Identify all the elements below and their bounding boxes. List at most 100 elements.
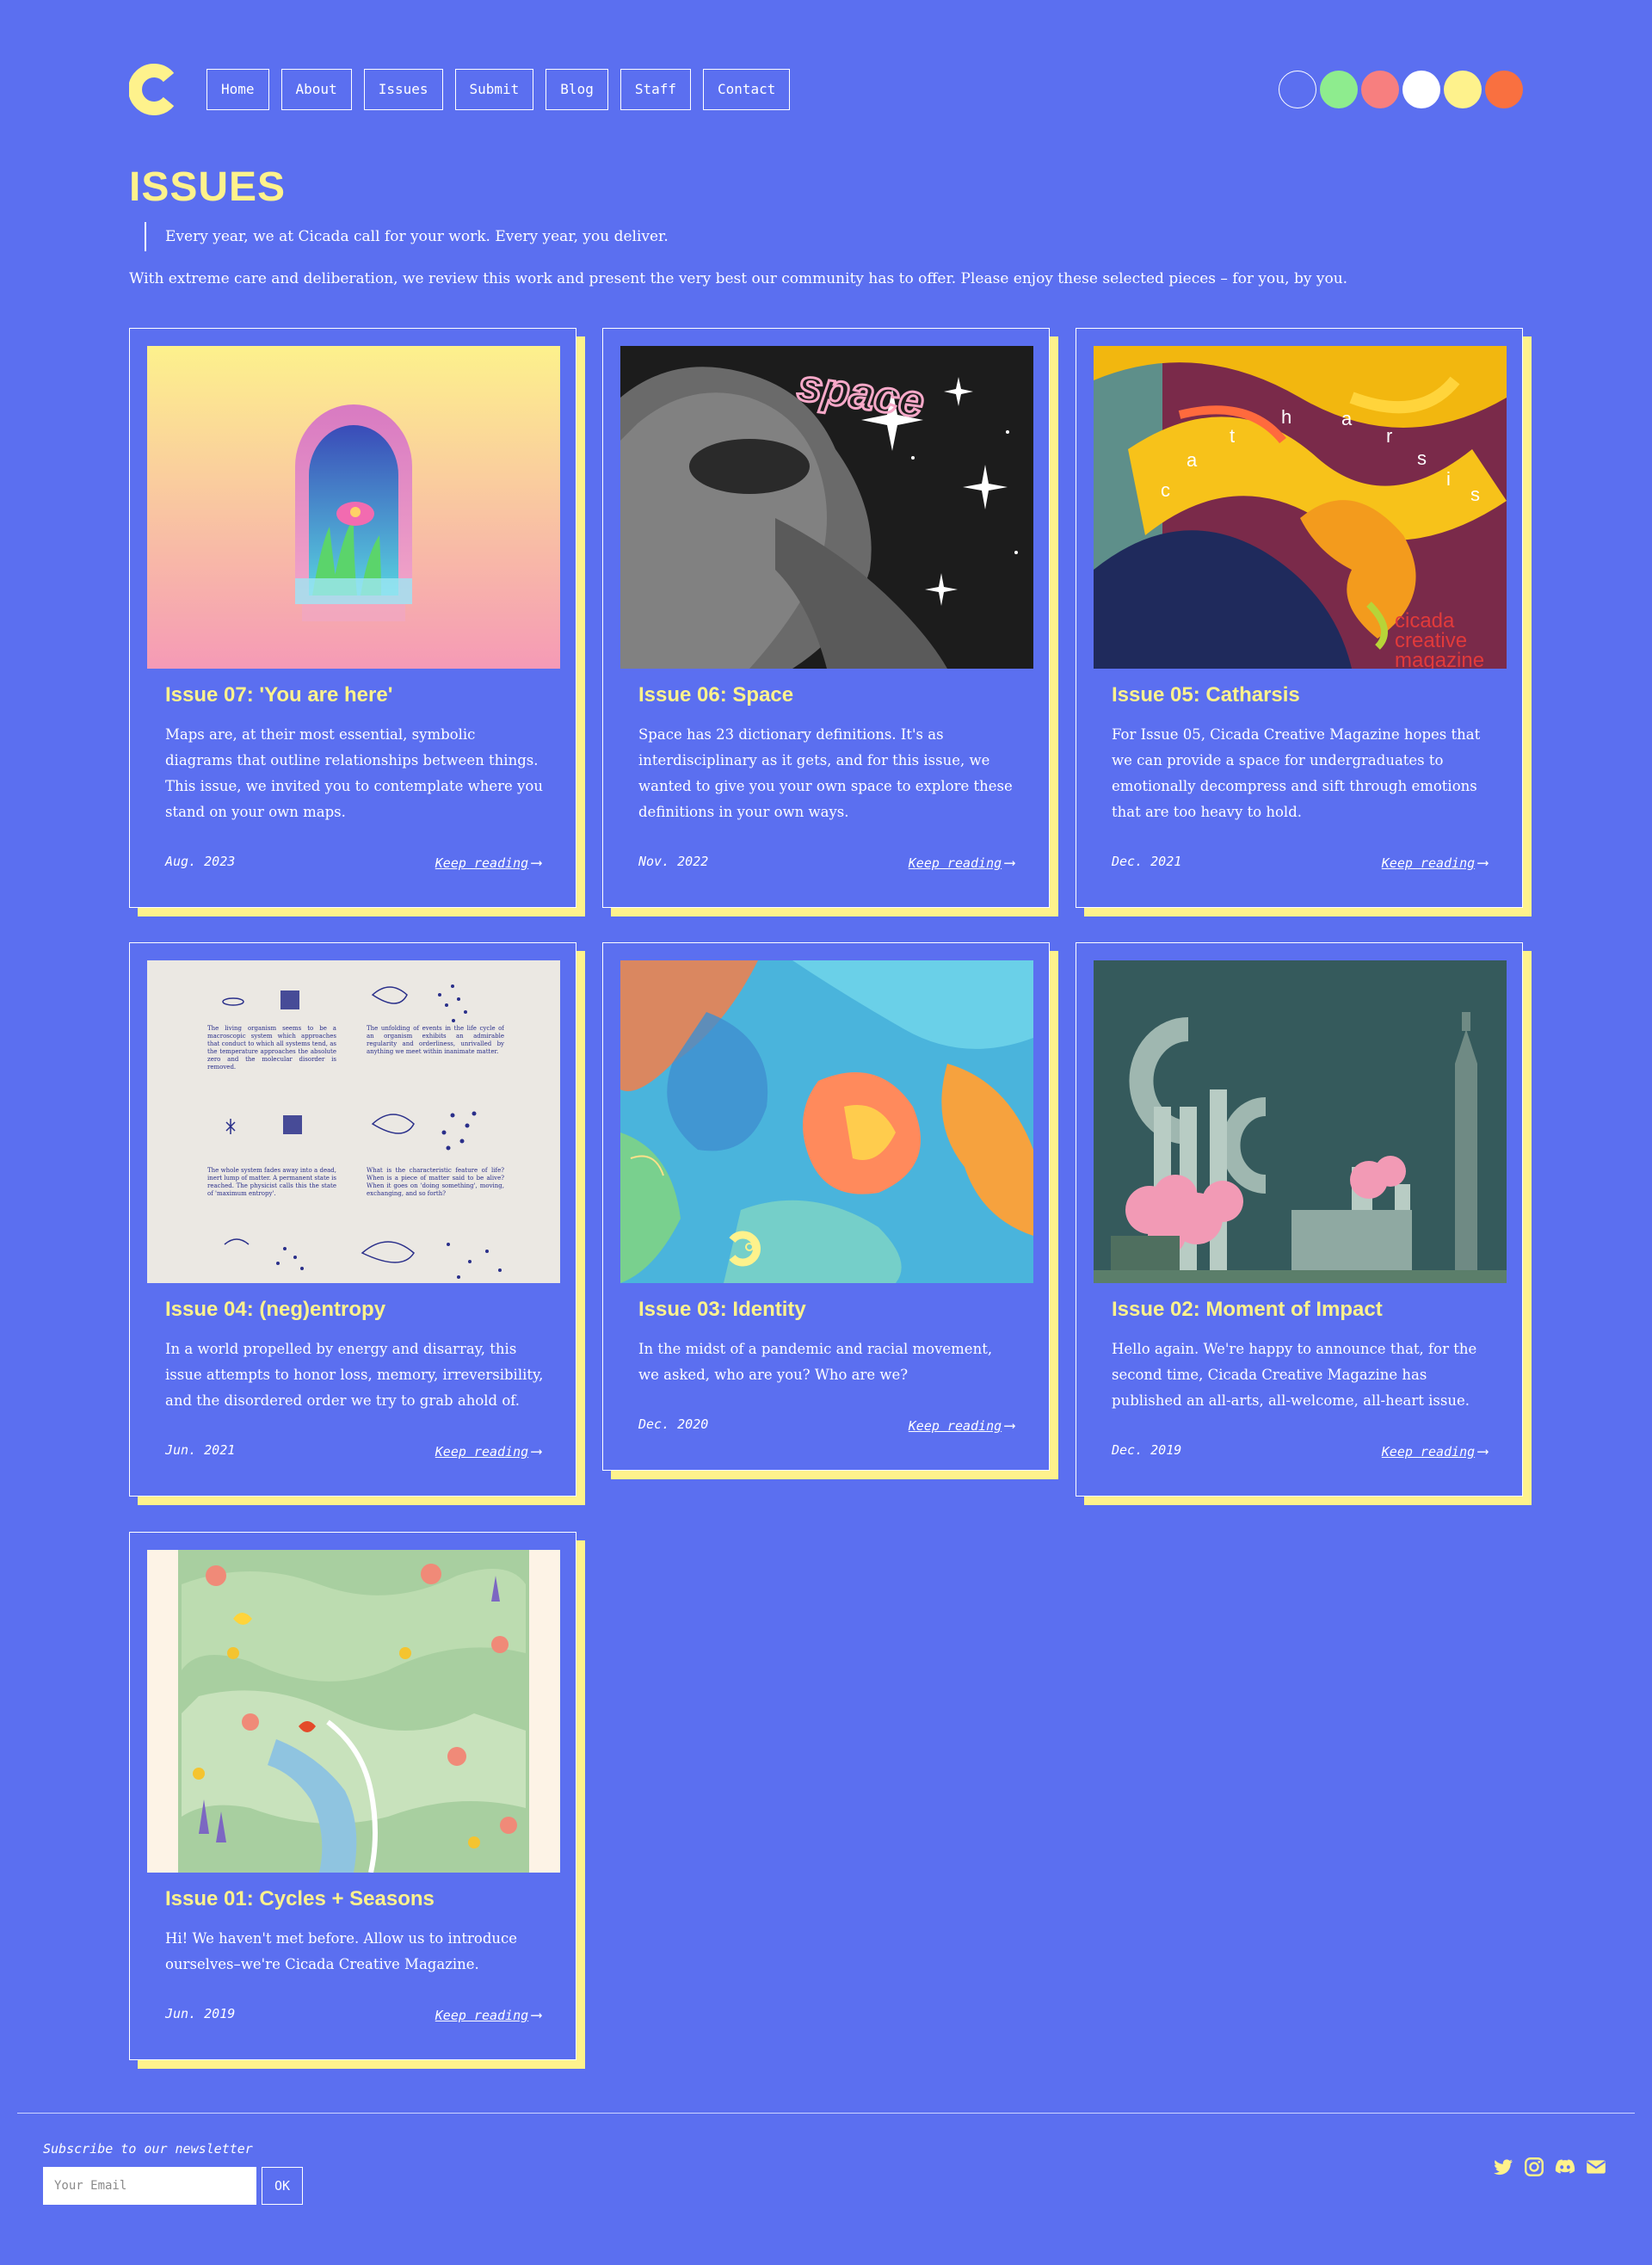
issue-05-cover[interactable]: c a t h a r s i s cicada creative magazi… (1094, 346, 1507, 669)
issue-06-description: Space has 23 dictionary definitions. It'… (638, 726, 1013, 820)
arrow-right-icon: ⟶ (532, 1442, 541, 1460)
issue-05-meta: Dec. 2021 Keep reading ⟶ (1112, 854, 1488, 873)
cover-letter: h (1281, 406, 1291, 428)
cicada-logo[interactable] (129, 64, 181, 115)
cover-letter: t (1230, 425, 1235, 447)
issue-07-title[interactable]: Issue 07: 'You are here' (165, 683, 392, 707)
issue-card-07[interactable]: Issue 07: 'You are here' Maps are, at th… (129, 328, 576, 908)
keep-reading-label: Keep reading (908, 1418, 1002, 1434)
issue-02-description: Hello again. We're happy to announce tha… (1112, 1341, 1477, 1409)
cover-letter: c (1161, 479, 1170, 501)
issue-04-cover-art: The living organism seems to be a macros… (147, 960, 560, 1283)
nav-home[interactable]: Home (206, 69, 269, 110)
keep-reading-label: Keep reading (908, 855, 1002, 871)
nav-contact[interactable]: Contact (703, 69, 791, 110)
theme-switcher (1279, 71, 1523, 108)
issue-07-cover[interactable] (147, 346, 560, 669)
issue-06-cover[interactable]: space (620, 346, 1033, 669)
issue-06-cover-art: space (620, 346, 1033, 669)
site-header: Home About Issues Submit Blog Staff Cont… (129, 62, 1523, 115)
nav-blog[interactable]: Blog (546, 69, 608, 110)
issue-04-title[interactable]: Issue 04: (neg)entropy (165, 1298, 385, 1322)
newsletter-label: Subscribe to our newsletter (43, 2141, 253, 2157)
issue-07-meta: Aug. 2023 Keep reading ⟶ (165, 854, 541, 873)
issue-01-date: Jun. 2019 (165, 2006, 236, 2021)
cover-paragraph: What is the characteristic feature of li… (367, 1167, 504, 1197)
issue-card-03[interactable]: Issue 03: Identity In the midst of a pan… (602, 942, 1050, 1471)
nav-issues[interactable]: Issues (363, 69, 443, 110)
keep-reading-label: Keep reading (1381, 855, 1476, 871)
keep-reading-label: Keep reading (435, 2008, 529, 2023)
issue-04-keep-reading-link[interactable]: Keep reading ⟶ (435, 1442, 541, 1460)
cover-paragraph: The whole system fades away into a dead,… (207, 1167, 336, 1197)
issue-04-cover[interactable]: The living organism seems to be a macros… (147, 960, 560, 1283)
issue-05-date: Dec. 2021 (1112, 854, 1182, 869)
issue-02-cover[interactable] (1094, 960, 1507, 1283)
issue-01-title[interactable]: Issue 01: Cycles + Seasons (165, 1887, 435, 1911)
issue-07-keep-reading-link[interactable]: Keep reading ⟶ (435, 854, 541, 872)
social-links (1492, 2156, 1607, 2178)
issue-05-keep-reading-link[interactable]: Keep reading ⟶ (1382, 854, 1488, 872)
arrow-right-icon: ⟶ (1005, 1416, 1014, 1435)
issue-06-keep-reading-link[interactable]: Keep reading ⟶ (909, 854, 1014, 872)
issue-01-keep-reading-link[interactable]: Keep reading ⟶ (435, 2006, 541, 2024)
issue-02-keep-reading-link[interactable]: Keep reading ⟶ (1382, 1442, 1488, 1460)
nav-staff[interactable]: Staff (620, 69, 691, 110)
arrow-right-icon: ⟶ (1478, 1442, 1488, 1460)
keep-reading-label: Keep reading (435, 855, 529, 871)
issue-card-04[interactable]: The living organism seems to be a macros… (129, 942, 576, 1497)
theme-swatch-white[interactable] (1402, 71, 1440, 108)
issue-03-cover[interactable] (620, 960, 1033, 1283)
theme-swatch-green[interactable] (1320, 71, 1358, 108)
issue-03-meta: Dec. 2020 Keep reading ⟶ (638, 1416, 1014, 1435)
issue-01-cover[interactable] (147, 1550, 560, 1873)
issue-04-meta: Jun. 2021 Keep reading ⟶ (165, 1442, 541, 1461)
issue-07-cover-art (147, 346, 560, 669)
discord-icon[interactable] (1554, 2156, 1576, 2178)
theme-swatch-blue[interactable] (1279, 71, 1316, 108)
keep-reading-label: Keep reading (1381, 1444, 1476, 1460)
newsletter-email-input[interactable] (43, 2167, 256, 2205)
nav-submit[interactable]: Submit (454, 69, 534, 110)
issue-card-01[interactable]: Issue 01: Cycles + Seasons Hi! We haven'… (129, 1532, 576, 2060)
issue-03-date: Dec. 2020 (638, 1416, 709, 1432)
issue-06-meta: Nov. 2022 Keep reading ⟶ (638, 854, 1014, 873)
newsletter-submit-button[interactable]: OK (262, 2167, 303, 2205)
issue-05-cover-art: c a t h a r s i s cicada creative magazi… (1094, 346, 1507, 669)
issue-03-title[interactable]: Issue 03: Identity (638, 1298, 806, 1322)
footer-divider (17, 2113, 1635, 2114)
issue-03-cover-art (620, 960, 1033, 1283)
issue-04-description: In a world propelled by energy and disar… (165, 1341, 544, 1409)
issue-05-title[interactable]: Issue 05: Catharsis (1112, 683, 1300, 707)
arrow-right-icon: ⟶ (1005, 854, 1014, 872)
cover-brand-line: magazine (1395, 649, 1484, 669)
page-title: ISSUES (129, 164, 287, 210)
issue-02-title[interactable]: Issue 02: Moment of Impact (1112, 1298, 1383, 1322)
issue-07-description: Maps are, at their most essential, symbo… (165, 726, 543, 820)
instagram-icon[interactable] (1523, 2156, 1545, 2178)
issue-card-06[interactable]: space Issue 06: Space Space has 23 dicti… (602, 328, 1050, 908)
arrow-right-icon: ⟶ (532, 854, 541, 872)
issue-01-description: Hi! We haven't met before. Allow us to i… (165, 1930, 518, 1972)
theme-swatch-yellow[interactable] (1444, 71, 1482, 108)
issue-05-description: For Issue 05, Cicada Creative Magazine h… (1112, 726, 1481, 820)
cover-letter: s (1417, 447, 1427, 469)
theme-swatch-red[interactable] (1361, 71, 1399, 108)
intro-paragraph: With extreme care and deliberation, we r… (129, 270, 1348, 287)
issue-02-date: Dec. 2019 (1112, 1442, 1182, 1458)
intro-quote: Every year, we at Cicada call for your w… (145, 222, 669, 251)
mail-icon[interactable] (1585, 2156, 1607, 2178)
issue-card-05[interactable]: c a t h a r s i s cicada creative magazi… (1076, 328, 1523, 908)
theme-swatch-orange[interactable] (1485, 71, 1523, 108)
issue-03-keep-reading-link[interactable]: Keep reading ⟶ (909, 1416, 1014, 1435)
cover-paragraph: The living organism seems to be a macros… (207, 1025, 336, 1071)
issue-card-02[interactable]: Issue 02: Moment of Impact Hello again. … (1076, 942, 1523, 1497)
issue-06-title[interactable]: Issue 06: Space (638, 683, 793, 707)
keep-reading-label: Keep reading (435, 1444, 529, 1460)
nav-about[interactable]: About (280, 69, 352, 110)
issue-01-cover-art (147, 1550, 560, 1873)
main-nav: Home About Issues Submit Blog Staff Cont… (206, 69, 791, 110)
issue-04-date: Jun. 2021 (165, 1442, 236, 1458)
twitter-icon[interactable] (1492, 2156, 1514, 2178)
issue-07-date: Aug. 2023 (165, 854, 236, 869)
